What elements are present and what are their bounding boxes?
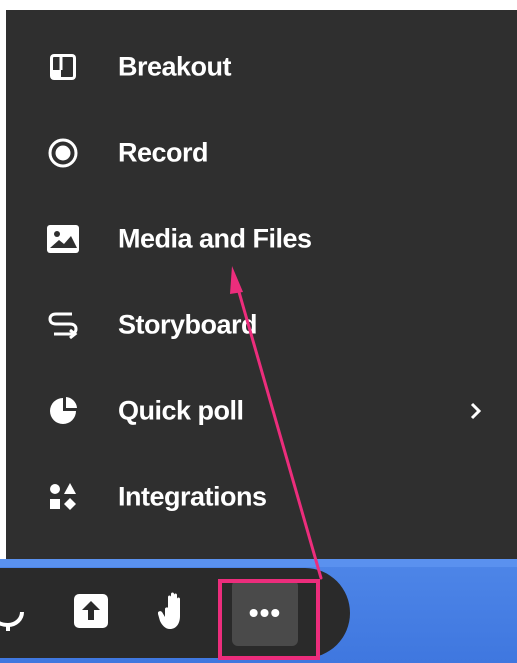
share-icon — [72, 592, 110, 635]
more-options-button[interactable]: ••• — [232, 568, 298, 658]
menu-item-label: Storyboard — [118, 309, 258, 340]
menu-item-integrations[interactable]: Integrations — [34, 467, 514, 527]
image-icon — [46, 222, 80, 256]
integrations-icon — [46, 480, 80, 514]
bottom-toolbar: ••• — [0, 568, 350, 658]
pie-chart-icon — [46, 394, 80, 428]
menu-item-storyboard[interactable]: Storyboard — [34, 295, 514, 355]
microphone-icon — [0, 590, 30, 637]
menu-item-record[interactable]: Record — [34, 123, 514, 183]
menu-item-label: Media and Files — [118, 223, 312, 254]
menu-item-label: Integrations — [118, 481, 267, 512]
microphone-button[interactable] — [0, 568, 30, 658]
more-menu: Breakout Record Media and Files Storyboa… — [6, 10, 517, 559]
menu-item-breakout[interactable]: Breakout — [34, 37, 514, 97]
menu-item-media-and-files[interactable]: Media and Files — [34, 209, 514, 269]
more-icon: ••• — [232, 580, 298, 646]
menu-item-label: Record — [118, 137, 209, 168]
menu-item-quick-poll[interactable]: Quick poll — [34, 381, 514, 441]
record-icon — [46, 136, 80, 170]
breakout-icon — [46, 50, 80, 84]
share-button[interactable] — [64, 568, 118, 658]
raise-hand-button[interactable] — [154, 568, 194, 658]
raise-hand-icon — [157, 590, 190, 637]
screen: Breakout Record Media and Files Storyboa… — [0, 0, 517, 663]
storyboard-icon — [46, 308, 80, 342]
menu-item-label: Breakout — [118, 51, 232, 82]
chevron-right-icon — [466, 399, 486, 423]
menu-item-label: Quick poll — [118, 395, 244, 426]
